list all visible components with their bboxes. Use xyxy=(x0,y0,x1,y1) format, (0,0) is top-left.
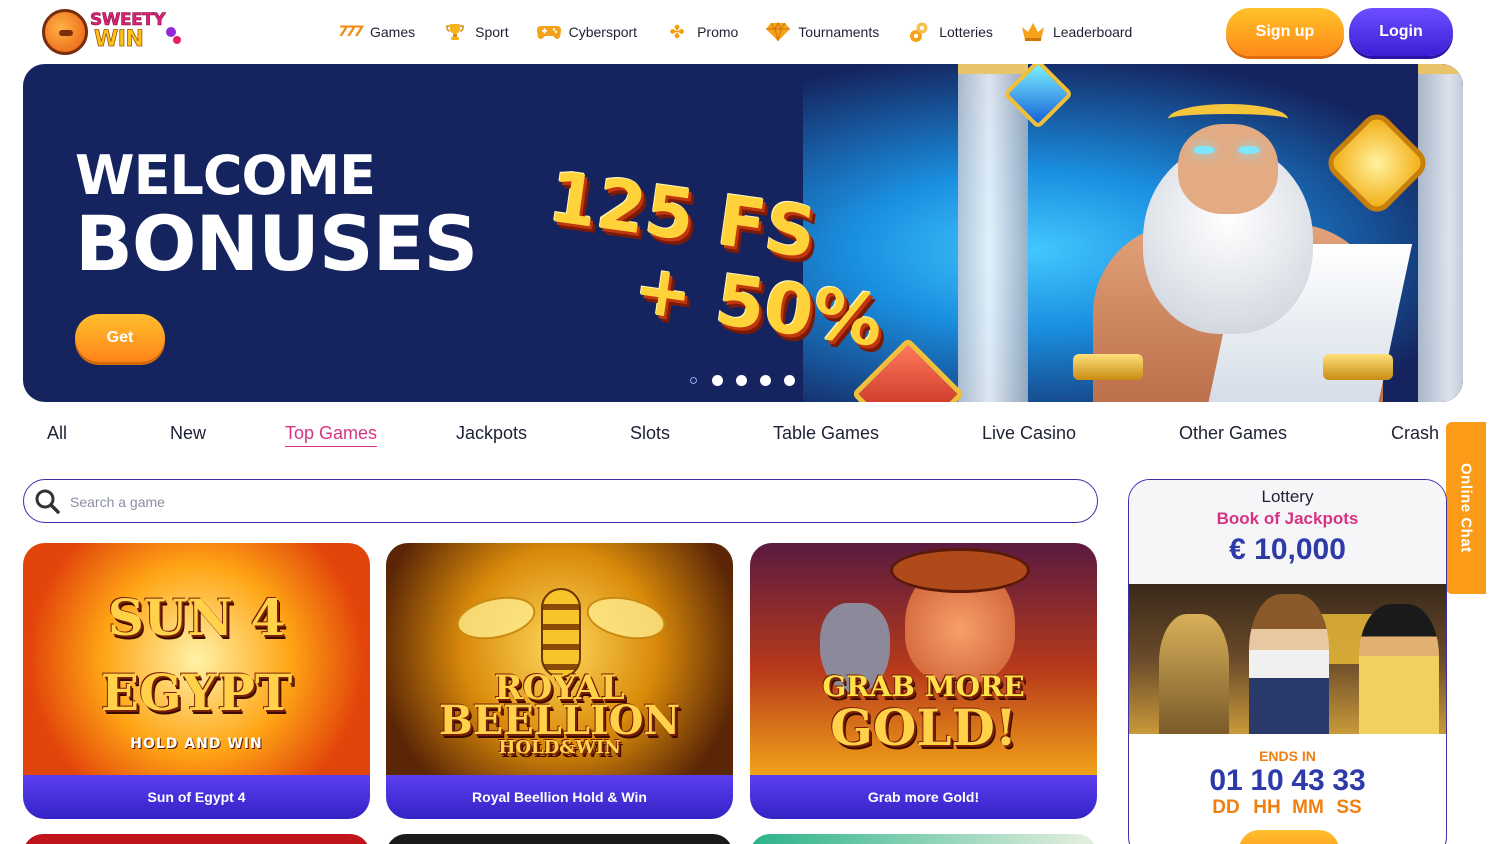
game-thumbnail: GRAB MORE GOLD! xyxy=(750,543,1097,775)
crown-icon xyxy=(1021,20,1045,44)
casino-home-page: SWEETY WIN 777 Games Sport Cybersport ✤ … xyxy=(0,0,1500,844)
banner-title-line2: BONUSES xyxy=(75,199,478,288)
carousel-dot[interactable] xyxy=(784,375,795,386)
carousel-dot[interactable] xyxy=(688,375,699,386)
tab-crash[interactable]: Crash xyxy=(1391,423,1439,446)
tab-slots[interactable]: Slots xyxy=(630,423,670,446)
game-card-partial[interactable] xyxy=(386,834,733,844)
logo-text-bottom: WIN xyxy=(94,27,145,53)
tab-table-games[interactable]: Table Games xyxy=(773,423,879,446)
clover-icon: ✤ xyxy=(669,21,685,42)
site-header: SWEETY WIN 777 Games Sport Cybersport ✤ … xyxy=(0,0,1500,64)
sweety-win-logo[interactable]: SWEETY WIN xyxy=(42,9,182,55)
game-title: Grab more Gold! xyxy=(750,775,1097,819)
timer-days: 01 DD xyxy=(1209,764,1243,819)
tab-live-casino[interactable]: Live Casino xyxy=(982,423,1076,446)
nav-label: Tournaments xyxy=(798,24,880,40)
nav-cybersport[interactable]: Cybersport xyxy=(536,20,638,44)
banner-title-line1: WELCOME xyxy=(75,144,376,207)
welcome-bonus-banner[interactable]: WELCOME BONUSES 125 FS + 50% Get xyxy=(23,64,1463,402)
lottery-name: Book of Jackpots xyxy=(1216,509,1359,528)
nav-label: Lotteries xyxy=(939,24,993,40)
game-card-partial[interactable] xyxy=(750,834,1097,844)
search-input[interactable] xyxy=(70,490,970,514)
carousel-dot[interactable] xyxy=(736,375,747,386)
timer-minutes: 43 MM xyxy=(1291,764,1325,819)
nav-label: Leaderboard xyxy=(1052,24,1133,40)
tab-top-games[interactable]: Top Games xyxy=(285,423,378,447)
nav-sport[interactable]: Sport xyxy=(443,20,509,44)
tab-all[interactable]: All xyxy=(47,423,67,446)
carousel-dot[interactable] xyxy=(712,375,723,386)
search-icon xyxy=(35,489,60,514)
game-card-grab-more-gold[interactable]: GRAB MORE GOLD! Grab more Gold! xyxy=(750,543,1097,819)
game-title: Royal Beellion Hold & Win xyxy=(386,775,733,819)
nav-tournaments[interactable]: Tournaments xyxy=(766,20,879,44)
nav-label: Games xyxy=(370,24,416,40)
gamepad-icon xyxy=(536,20,561,44)
online-chat-label: Online Chat xyxy=(1457,463,1475,553)
main-nav: 777 Games Sport Cybersport ✤ Promo Tourn… xyxy=(338,18,1160,46)
nav-lotteries[interactable]: Lotteries xyxy=(907,20,993,44)
lottery-image xyxy=(1129,584,1446,734)
nav-label: Sport xyxy=(475,24,509,40)
lottery-header: Lottery Book of Jackpots € 10,000 xyxy=(1129,480,1446,584)
game-card-royal-beellion[interactable]: ROYAL BEELLION HOLD&WIN Royal Beellion H… xyxy=(386,543,733,819)
timer-seconds: 33 SS xyxy=(1332,764,1366,819)
mascot-icon xyxy=(42,9,88,55)
lottery-prize-amount: € 10,000 xyxy=(1229,533,1346,566)
trophy-icon xyxy=(443,20,467,44)
game-category-tabs: All New Top Games Jackpots Slots Table G… xyxy=(0,418,1500,458)
slot-sevens-icon: 777 xyxy=(338,24,363,40)
lottery-type: Lottery xyxy=(1261,487,1314,506)
login-button[interactable]: Login xyxy=(1349,8,1453,56)
game-thumbnail: SUN 4 EGYPT HOLD AND WIN xyxy=(23,543,370,775)
diamond-icon xyxy=(766,20,791,44)
tab-new[interactable]: New xyxy=(170,423,206,446)
carousel-dot[interactable] xyxy=(760,375,771,386)
game-search xyxy=(23,479,1098,523)
game-thumbnail: ROYAL BEELLION HOLD&WIN xyxy=(386,543,733,775)
timer-hours: 10 HH xyxy=(1250,764,1284,819)
get-bonus-button[interactable]: Get xyxy=(75,314,165,362)
lottery-action-button[interactable] xyxy=(1239,830,1339,844)
countdown-timer: 01 DD 10 HH 43 MM 33 SS xyxy=(1129,765,1446,819)
column-right xyxy=(1418,64,1463,402)
nav-label: Cybersport xyxy=(568,24,638,40)
ends-in-label: ENDS IN xyxy=(1259,748,1316,764)
tab-jackpots[interactable]: Jackpots xyxy=(456,423,527,446)
game-title: Sun of Egypt 4 xyxy=(23,775,370,819)
tab-other-games[interactable]: Other Games xyxy=(1179,423,1287,446)
lottery-balls-icon xyxy=(907,20,931,44)
nav-label: Promo xyxy=(697,24,739,40)
nav-promo[interactable]: ✤ Promo xyxy=(665,20,739,44)
online-chat-button[interactable]: Online Chat xyxy=(1446,422,1486,594)
cherry-icon xyxy=(166,27,176,37)
column-left xyxy=(958,64,1028,402)
nav-games[interactable]: 777 Games xyxy=(338,20,415,44)
game-card-sun-of-egypt-4[interactable]: SUN 4 EGYPT HOLD AND WIN Sun of Egypt 4 xyxy=(23,543,370,819)
lottery-widget[interactable]: Lottery Book of Jackpots € 10,000 ENDS I… xyxy=(1128,479,1447,844)
nav-leaderboard[interactable]: Leaderboard xyxy=(1021,20,1132,44)
carousel-dots xyxy=(688,375,808,386)
game-card-partial[interactable] xyxy=(23,834,370,844)
signup-button[interactable]: Sign up xyxy=(1226,8,1344,56)
